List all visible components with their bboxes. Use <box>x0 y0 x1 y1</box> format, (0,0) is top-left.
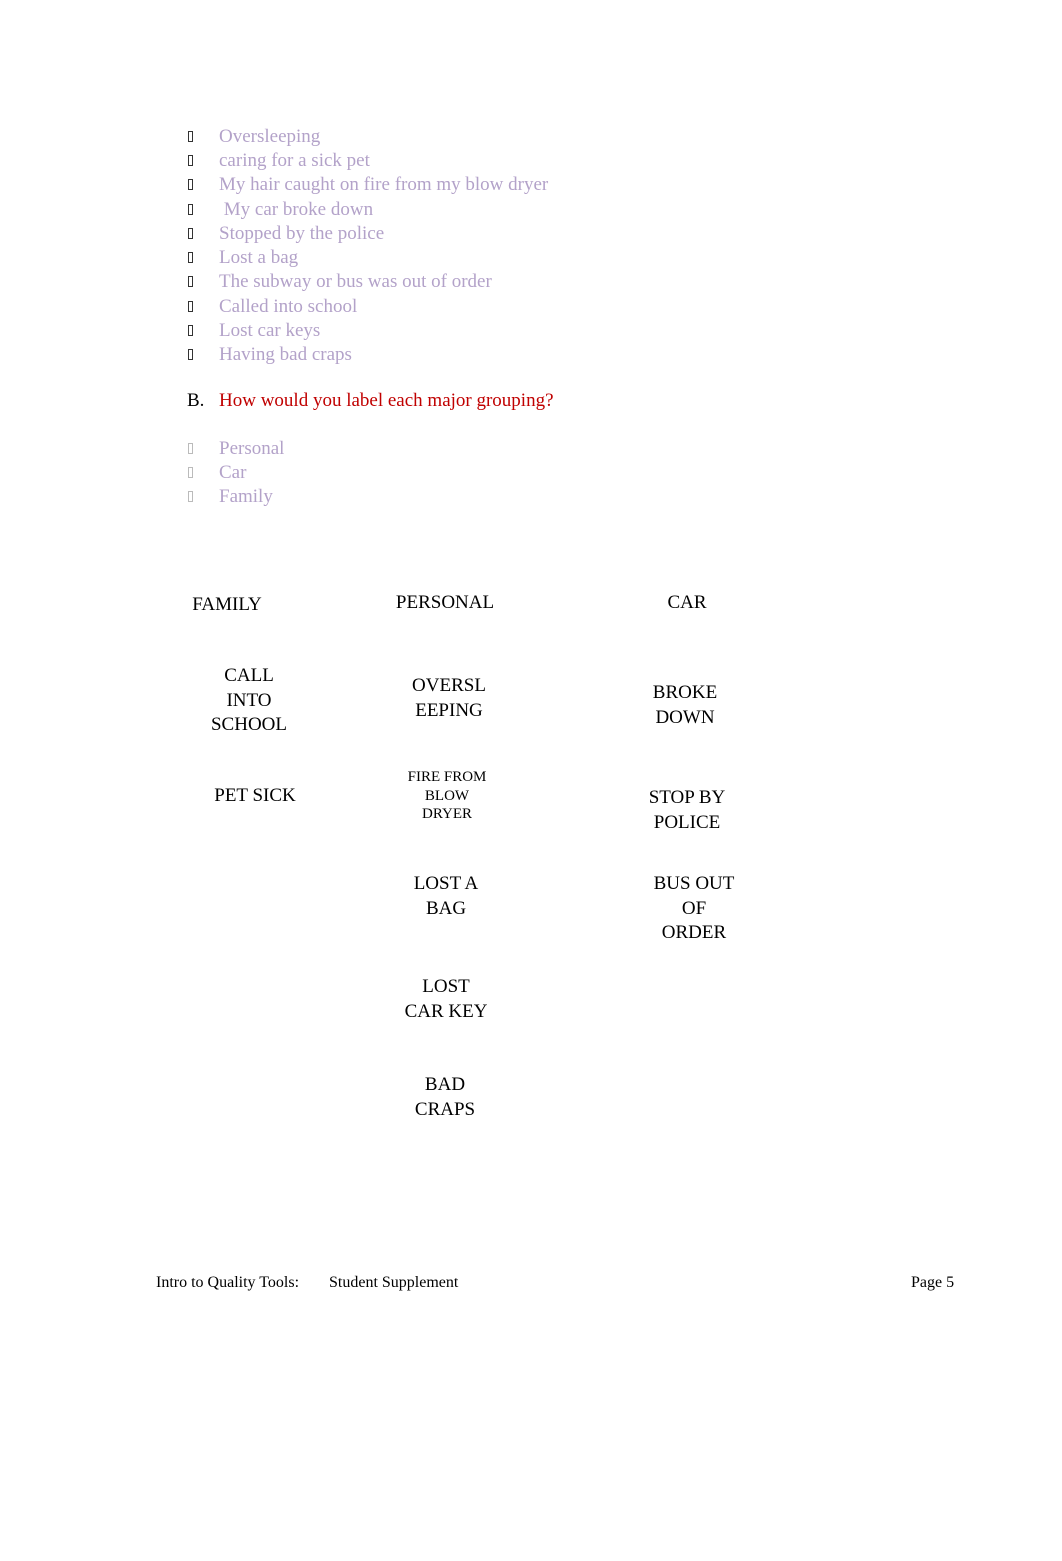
square-bullet-icon <box>188 131 193 142</box>
square-bullet-icon <box>188 349 193 360</box>
list-item-text: My hair caught on fire from my blow drye… <box>219 174 549 195</box>
list-item-text: Having bad craps <box>219 344 352 365</box>
list-item-text: caring for a sick pet <box>219 150 370 171</box>
affinity-card: OVERSL EEPING <box>412 675 486 721</box>
list-item-text: Stopped by the police <box>219 222 385 244</box>
list-item-text: Lost car keys <box>219 319 321 341</box>
affinity-card: LOST CAR KEY <box>404 976 488 1022</box>
list-item-text: Called into school <box>219 295 358 317</box>
question-letter: B. <box>187 390 205 411</box>
list-item-text: Car <box>219 462 247 483</box>
square-bullet-icon <box>188 276 193 287</box>
affinity-card: PET SICK <box>214 785 296 806</box>
list-item-text: Oversleeping <box>219 126 321 147</box>
list-item-text: Family <box>219 486 273 507</box>
square-bullet-icon <box>188 155 193 166</box>
affinity-card: STOP BY POLICE <box>648 787 726 833</box>
column-header-personal: PERSONAL <box>395 592 495 613</box>
affinity-card: LOST A BAG <box>413 873 479 919</box>
square-bullet-icon <box>188 324 193 336</box>
square-bullet-icon <box>188 491 193 502</box>
column-header-car: CAR <box>667 592 707 613</box>
affinity-card: BUS OUT OF ORDER <box>653 873 735 943</box>
affinity-card: BROKE DOWN <box>652 682 718 728</box>
question-b: B. How would you label each major groupi… <box>187 389 554 413</box>
column-header-family: FAMILY <box>192 594 262 615</box>
square-bullet-icon <box>188 300 193 312</box>
list-item-text: Lost a bag <box>219 247 299 268</box>
square-bullet-icon <box>188 467 193 478</box>
square-bullet-icon <box>188 227 193 239</box>
list-item-text: The subway or bus was out of order <box>219 271 492 292</box>
footer-subtitle: Student Supplement <box>329 1274 459 1291</box>
footer-title: Intro to Quality Tools: <box>156 1274 300 1291</box>
affinity-card: BAD CRAPS <box>414 1074 476 1120</box>
square-bullet-icon <box>188 443 193 454</box>
list-item-text: Personal <box>219 438 285 459</box>
question-text: How would you label each major grouping? <box>219 390 554 411</box>
page-number: Page 5 <box>911 1274 955 1291</box>
affinity-card: FIRE FROM BLOW DRYER <box>407 769 487 822</box>
square-bullet-icon <box>188 252 193 263</box>
list-item-text: My car broke down <box>219 198 374 220</box>
affinity-card: CALL INTO SCHOOL <box>210 665 288 735</box>
square-bullet-icon <box>188 203 193 215</box>
square-bullet-icon <box>188 179 193 190</box>
